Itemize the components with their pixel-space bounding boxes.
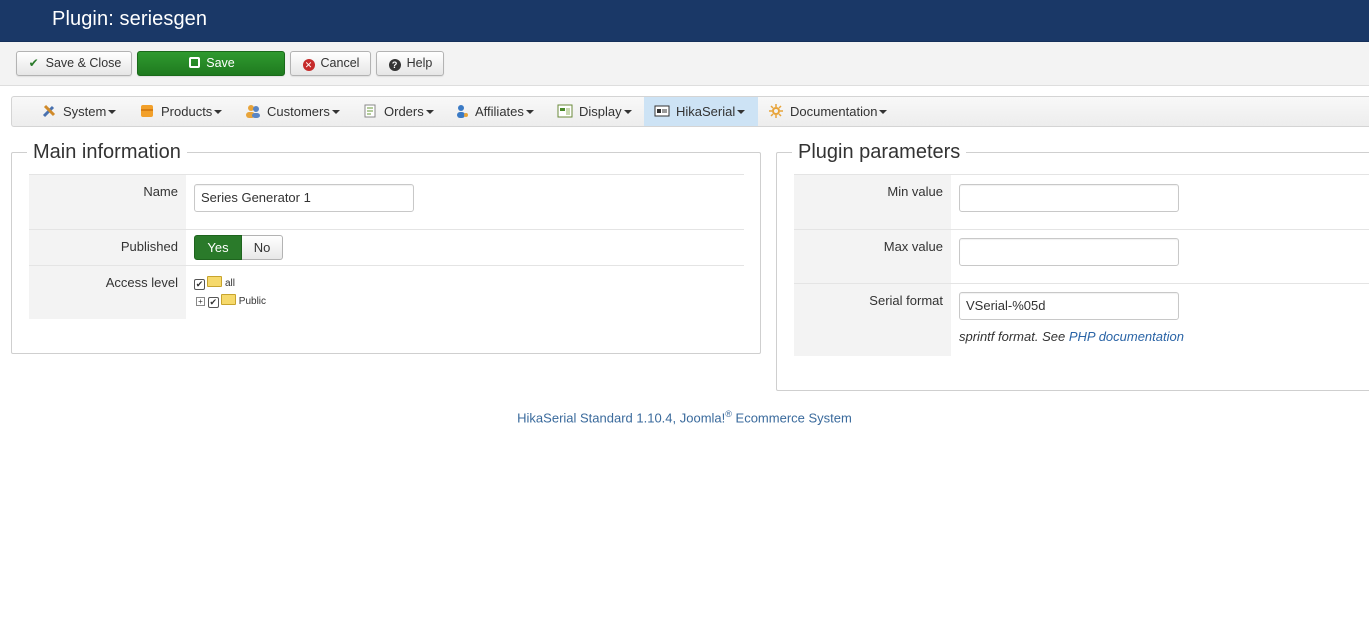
menu-products[interactable]: Products — [139, 97, 223, 126]
menu-documentation-label: Documentation — [790, 104, 878, 119]
page-title: Plugin: seriesgen — [52, 8, 208, 30]
menu-customers-label: Customers — [267, 104, 330, 119]
tree-checkbox-public[interactable]: ✔ — [207, 297, 219, 308]
menu-orders[interactable]: Orders — [362, 97, 434, 126]
tree-label-public: Public — [238, 296, 267, 307]
save-label: Save — [206, 56, 235, 70]
cancel-label: Cancel — [320, 56, 360, 70]
cancel-icon: ✕ — [302, 52, 316, 75]
tree-node-all: ✔ all — [194, 276, 235, 291]
help-button[interactable]: ? Help — [376, 51, 444, 76]
access-level-label: Access level — [29, 266, 186, 319]
published-toggle: Yes No — [194, 235, 283, 260]
published-row: Published Yes No — [29, 229, 744, 265]
menu-affiliates[interactable]: Affiliates — [453, 97, 534, 126]
min-value-label: Min value — [794, 175, 951, 229]
toolbar: ✔ Save & Close Save ✕ Cancel ? Help — [0, 42, 1369, 86]
main-information-legend: Main information — [27, 140, 187, 164]
footer-registered: ® — [725, 409, 732, 419]
check-icon: ✔ — [28, 56, 39, 70]
footer: HikaSerial Standard 1.10.4, Joomla!® Eco… — [0, 409, 1369, 425]
max-value-input[interactable] — [959, 238, 1179, 266]
serial-format-input[interactable]: VSerial-%05d — [959, 292, 1179, 320]
php-documentation-link[interactable]: PHP documentation — [1069, 329, 1184, 344]
serial-format-label: Serial format — [794, 284, 951, 356]
page-header: Plugin: seriesgen — [0, 0, 1369, 42]
help-label: Help — [406, 56, 433, 70]
menu-affiliates-label: Affiliates — [475, 104, 524, 119]
main-information-fieldset: Main information Name Series Generator 1… — [11, 140, 761, 354]
name-row: Name Series Generator 1 — [29, 174, 744, 229]
menu-system[interactable]: System — [41, 97, 117, 126]
hint-text: sprintf format. See — [959, 329, 1069, 344]
serial-format-row: Serial format VSerial-%05d sprintf forma… — [794, 283, 1369, 356]
affiliate-icon — [457, 105, 468, 118]
edit-icon — [187, 52, 201, 75]
plugin-parameters-fieldset: Plugin parameters Min value Max value Se… — [776, 140, 1369, 391]
save-close-label: Save & Close — [45, 56, 122, 70]
name-input[interactable]: Series Generator 1 — [194, 184, 414, 212]
folder-icon — [220, 294, 236, 305]
main-menu: System Products Customers Orders Affilia… — [11, 96, 1369, 127]
folder-icon — [207, 276, 222, 287]
published-no-button[interactable]: No — [242, 235, 283, 260]
plugin-parameters-legend: Plugin parameters — [792, 140, 967, 164]
tools-icon — [42, 104, 56, 118]
tree-checkbox-all[interactable]: ✔ — [194, 279, 205, 290]
published-label: Published — [29, 230, 186, 265]
min-value-row: Min value — [794, 174, 1369, 229]
serial-icon — [654, 105, 670, 117]
orders-icon — [364, 104, 376, 118]
cancel-button[interactable]: ✕ Cancel — [290, 51, 371, 76]
footer-text[interactable]: HikaSerial Standard 1.10.4, Joomla! — [517, 410, 725, 425]
menu-hikaserial-label: HikaSerial — [676, 104, 736, 119]
tree-node-public: + ✔ Public — [196, 294, 266, 309]
name-label: Name — [29, 175, 186, 229]
menu-products-label: Products — [161, 104, 213, 119]
access-level-row: Access level ✔ all + ✔ Public — [29, 265, 744, 319]
menu-customers[interactable]: Customers — [245, 97, 340, 126]
menu-hikaserial[interactable]: HikaSerial — [644, 97, 758, 126]
menu-system-label: System — [63, 104, 107, 119]
display-icon — [557, 104, 573, 118]
menu-orders-label: Orders — [384, 104, 424, 119]
docs-icon — [769, 104, 783, 118]
footer-text-after[interactable]: Ecommerce System — [732, 410, 852, 425]
min-value-input[interactable] — [959, 184, 1179, 212]
serial-format-hint: sprintf format. See PHP documentation — [959, 329, 1184, 344]
save-close-button[interactable]: ✔ Save & Close — [16, 51, 132, 76]
tree-label-all: all — [225, 278, 236, 289]
box-icon — [141, 105, 153, 117]
save-button[interactable]: Save — [137, 51, 285, 76]
max-value-row: Max value — [794, 229, 1369, 283]
menu-documentation[interactable]: Documentation — [768, 97, 888, 126]
users-icon — [246, 105, 260, 118]
menu-display-label: Display — [579, 104, 622, 119]
menu-display[interactable]: Display — [557, 97, 632, 126]
published-yes-button[interactable]: Yes — [194, 235, 242, 260]
expand-icon[interactable]: + — [196, 297, 205, 306]
max-value-label: Max value — [794, 230, 951, 283]
help-icon: ? — [388, 52, 402, 75]
